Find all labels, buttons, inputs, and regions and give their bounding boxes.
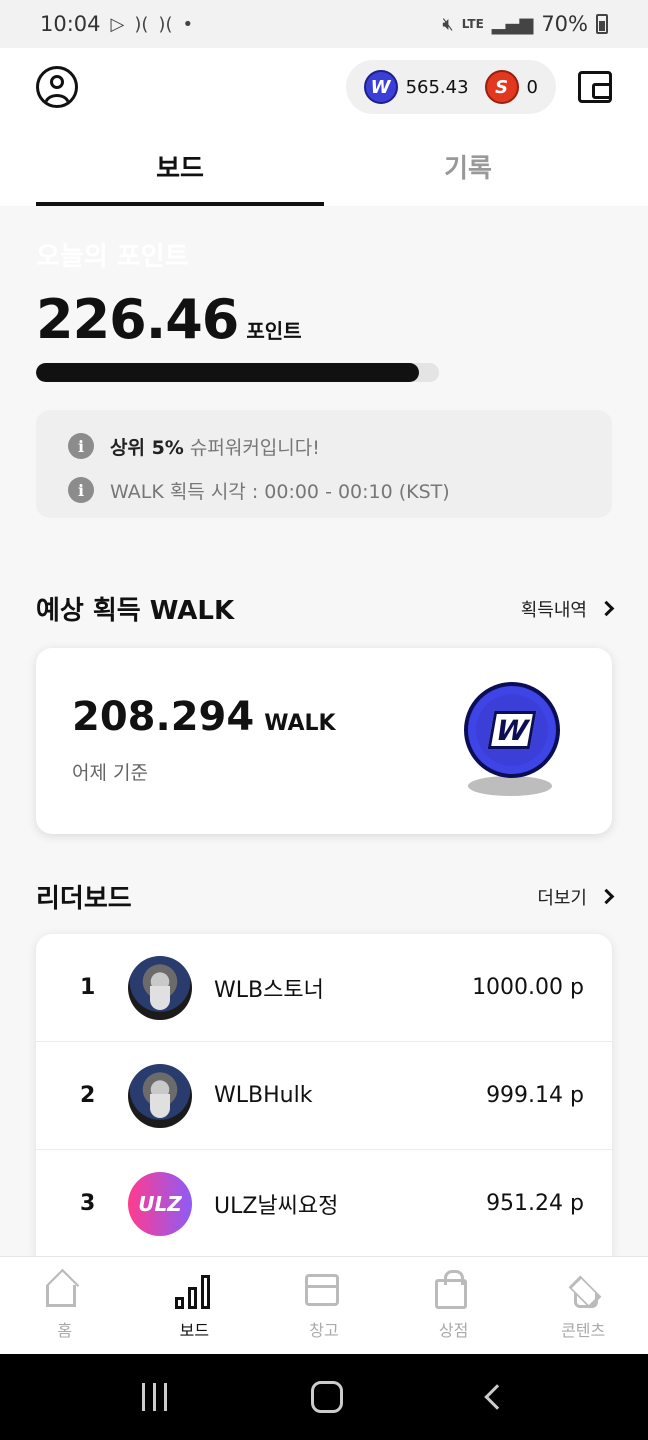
notification-icon: )( [134, 13, 149, 35]
nav-label: 보드 [179, 1321, 210, 1340]
signal-icon: ▂▄▆ [491, 13, 534, 35]
bottom-nav: 홈 보드 창고 상점 콘텐츠 [0, 1256, 648, 1354]
user-score: 951.24 p [486, 1191, 584, 1216]
avatar [128, 955, 192, 1020]
info-icon: i [68, 477, 94, 503]
shopping-bag-icon [434, 1270, 473, 1309]
nav-label: 콘텐츠 [561, 1321, 606, 1340]
expected-walk-header: 예상 획득 WALK 획득내역 [36, 590, 615, 627]
recent-apps-icon[interactable] [142, 1383, 168, 1411]
play-store-icon: ▷ [110, 13, 125, 35]
more-dot-icon: • [182, 13, 194, 35]
leaderboard-card: 1 WLB스토너 1000.00 p 2 WLBHulk 999.14 p 3 … [36, 934, 612, 1264]
walk-time-text: WALK 획득 시각 : 00:00 - 00:10 (KST) [110, 480, 450, 503]
points-progress-bar [36, 363, 439, 382]
nav-label: 홈 [57, 1321, 73, 1340]
bar-chart-icon [175, 1271, 213, 1309]
home-button-icon[interactable] [311, 1381, 344, 1413]
tab-bar: 보드 기록 [0, 126, 648, 206]
tab-history[interactable]: 기록 [324, 126, 612, 206]
nav-contents[interactable]: 콘텐츠 [518, 1257, 648, 1354]
nav-board[interactable]: 보드 [130, 1257, 260, 1354]
battery-icon [596, 14, 608, 34]
expected-walk-card: 208.294 WALK 어제 기준 W [36, 648, 612, 834]
rank-text: 슈퍼워커입니다! [183, 436, 320, 459]
leaderboard-row[interactable]: 3 ULZ ULZ날씨요정 951.24 p [36, 1150, 612, 1258]
avatar [128, 1063, 192, 1128]
info-row-rank: i 상위 5% 슈퍼워커입니다! [68, 428, 580, 464]
expected-walk-title: 예상 획득 WALK [36, 596, 235, 626]
battery-text: 70% [541, 12, 588, 36]
coin-shadow [468, 776, 552, 796]
system-nav-bar [0, 1354, 648, 1440]
leaderboard-row[interactable]: 1 WLB스토너 1000.00 p [36, 934, 612, 1042]
home-icon [45, 1271, 84, 1309]
status-time: 10:04 [40, 12, 101, 36]
points-row: 226.46 포인트 [36, 288, 302, 351]
s-balance: 0 [526, 76, 538, 98]
user-score: 1000.00 p [472, 975, 584, 1000]
avatar: ULZ [128, 1171, 192, 1236]
leaderboard-row[interactable]: 2 WLBHulk 999.14 p [36, 1042, 612, 1150]
user-name: ULZ날씨요정 [214, 1193, 339, 1219]
rank-strong: 상위 5% [110, 436, 184, 459]
network-label: LTE [461, 17, 484, 31]
nav-label: 상점 [438, 1321, 469, 1340]
chevron-right-icon [598, 600, 615, 617]
status-bar: 10:04 ▷ )( )( • 🔇︎ LTE ▂▄▆ 70% [0, 0, 648, 48]
expected-walk-basis: 어제 기준 [72, 762, 148, 784]
user-score: 999.14 p [486, 1083, 584, 1108]
user-name: WLB스토너 [214, 977, 324, 1003]
rank: 1 [80, 975, 96, 1000]
walk-balance: 565.43 [405, 76, 469, 98]
points-value: 226.46 [36, 288, 239, 351]
info-icon: i [68, 433, 94, 459]
rank: 3 [80, 1191, 96, 1216]
graduation-cap-icon [564, 1271, 602, 1309]
today-points-title: 오늘의 포인트 [36, 242, 189, 272]
leaderboard-header: 리더보드 더보기 [36, 878, 615, 915]
more-link[interactable]: 더보기 [537, 884, 615, 910]
walk-coin-icon: W [464, 682, 560, 778]
tab-board[interactable]: 보드 [36, 126, 324, 206]
nav-home[interactable]: 홈 [0, 1257, 130, 1354]
mute-icon: 🔇︎ [442, 13, 454, 35]
expected-walk-value: 208.294 [72, 694, 255, 740]
nav-storage[interactable]: 창고 [259, 1257, 389, 1354]
nav-label: 창고 [309, 1321, 339, 1340]
rank: 2 [80, 1083, 96, 1108]
notification-icon-2: )( [158, 13, 173, 35]
s-coin-icon: S [484, 70, 519, 104]
app-header: W 565.43 S 0 [0, 48, 648, 126]
progress-fill [36, 363, 419, 382]
earn-history-link[interactable]: 획득내역 [520, 596, 615, 622]
chevron-right-icon [598, 888, 615, 905]
walk-coin-icon: W [363, 70, 398, 104]
expected-walk-unit: WALK [264, 711, 336, 736]
info-row-time: i WALK 획득 시각 : 00:00 - 00:10 (KST) [68, 472, 580, 508]
box-icon [304, 1271, 343, 1309]
balance-pill[interactable]: W 565.43 S 0 [345, 60, 556, 114]
earn-history-label: 획득내역 [520, 599, 587, 621]
profile-icon[interactable] [36, 66, 78, 108]
wallet-icon[interactable] [578, 71, 612, 103]
points-unit: 포인트 [246, 319, 302, 343]
info-box: i 상위 5% 슈퍼워커입니다! i WALK 획득 시각 : 00:00 - … [36, 410, 612, 518]
back-icon[interactable] [484, 1384, 510, 1410]
nav-shop[interactable]: 상점 [389, 1257, 519, 1354]
user-name: WLBHulk [214, 1083, 313, 1108]
more-label: 더보기 [537, 887, 587, 909]
leaderboard-title: 리더보드 [36, 884, 132, 914]
